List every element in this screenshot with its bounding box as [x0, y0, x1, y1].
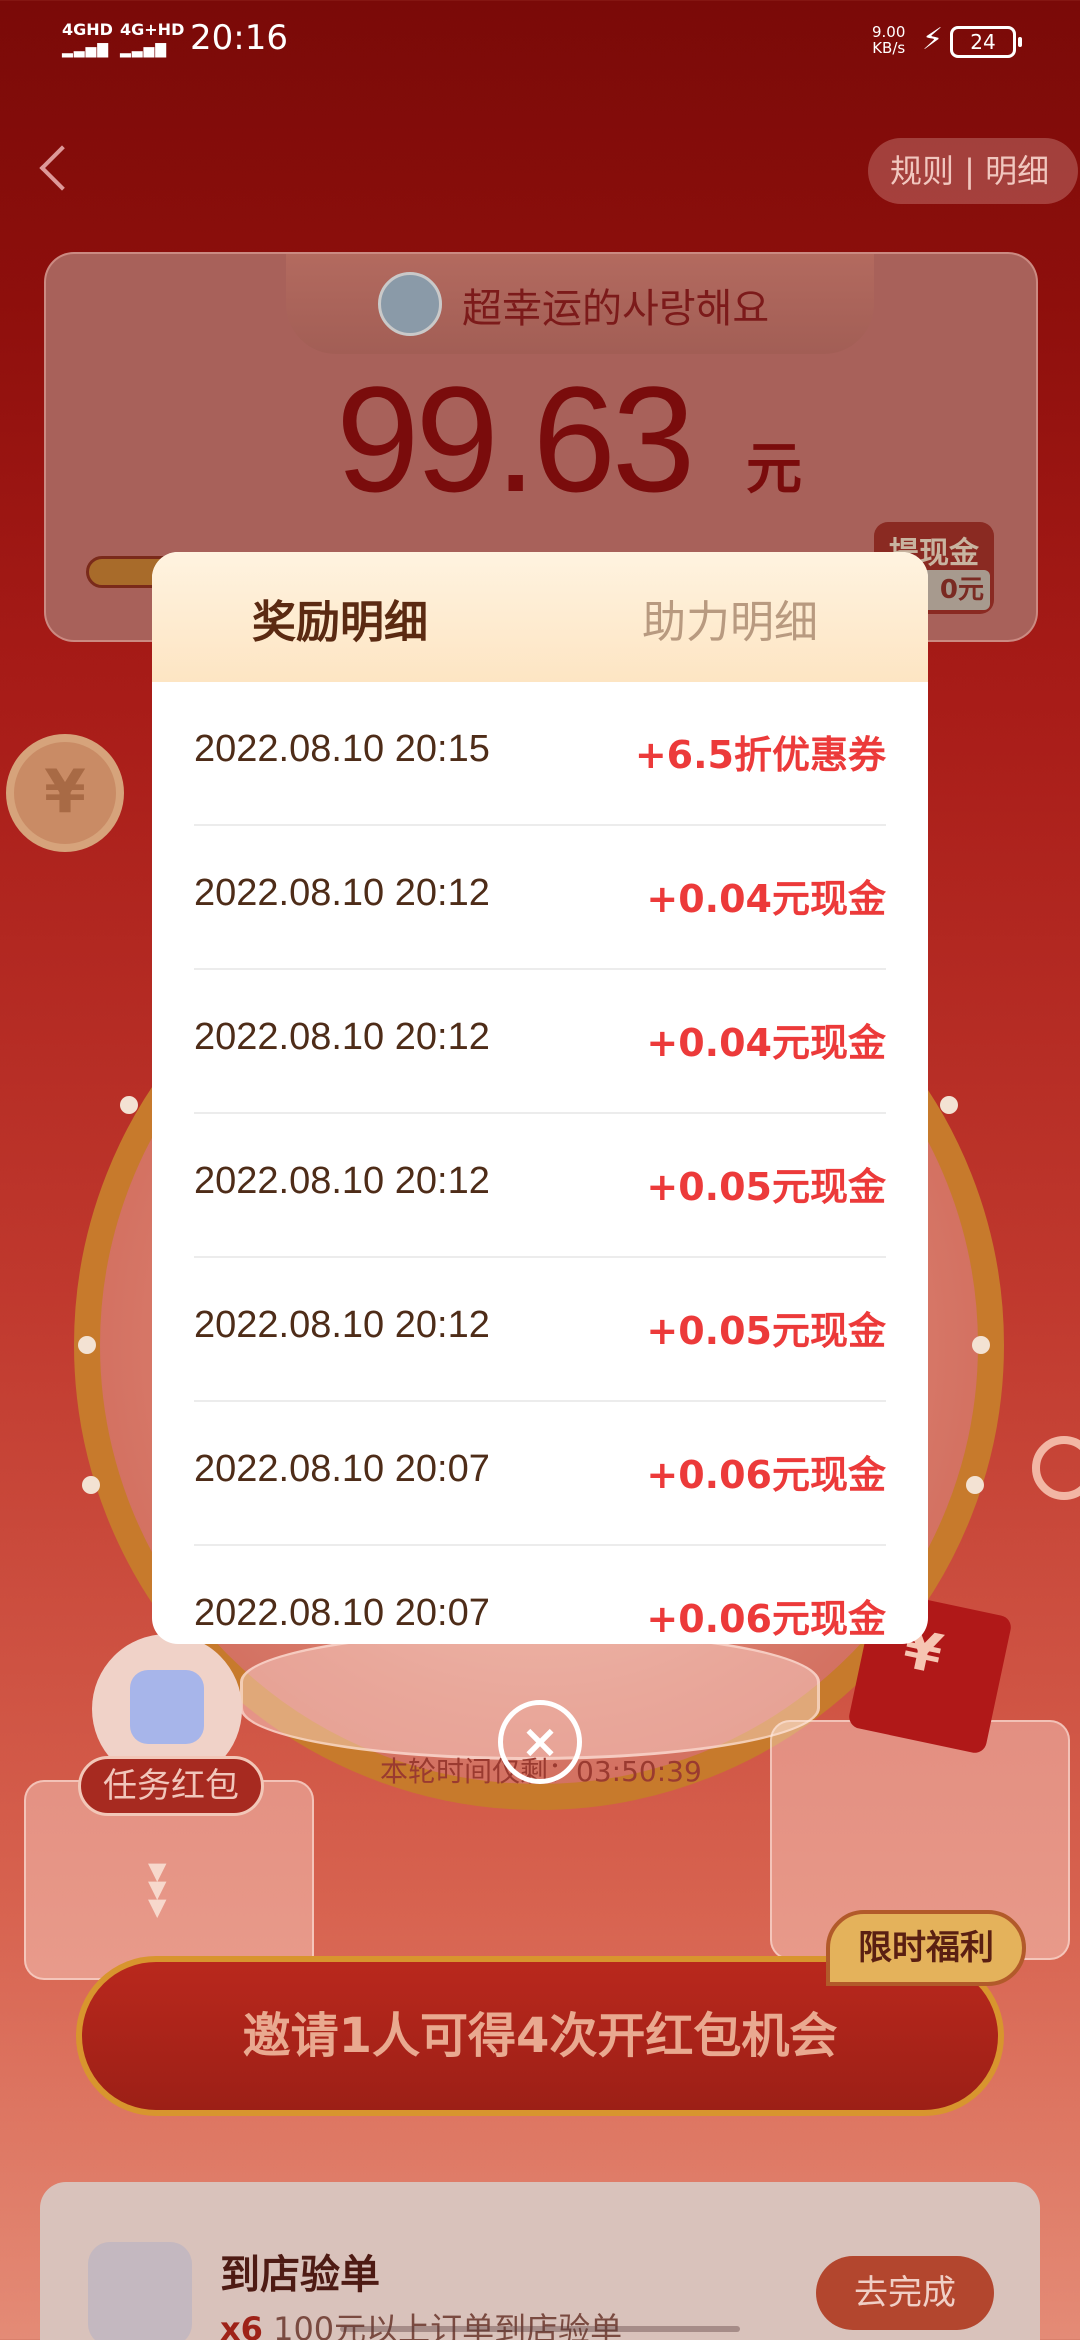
record-datetime: 2022.08.10 20:12 — [194, 1160, 490, 1202]
tab-assist-details[interactable]: 助力明细 — [642, 586, 818, 650]
modal-tabs: 奖励明细 助力明细 — [152, 552, 928, 682]
list-item: 2022.08.10 20:12 +0.05元现金 — [194, 1114, 886, 1258]
record-datetime: 2022.08.10 20:12 — [194, 872, 490, 914]
record-datetime: 2022.08.10 20:12 — [194, 1016, 490, 1058]
record-datetime: 2022.08.10 20:15 — [194, 728, 490, 770]
records-list[interactable]: 2022.08.10 20:15 +6.5折优惠券 2022.08.10 20:… — [152, 682, 928, 1644]
list-item: 2022.08.10 20:07 +0.06元现金 — [194, 1546, 886, 1644]
record-datetime: 2022.08.10 20:07 — [194, 1448, 490, 1490]
list-item: 2022.08.10 20:12 +0.05元现金 — [194, 1258, 886, 1402]
close-icon[interactable]: × — [498, 1700, 582, 1784]
list-item: 2022.08.10 20:07 +0.06元现金 — [194, 1402, 886, 1546]
record-reward: +0.06元现金 — [646, 1597, 886, 1641]
list-item: 2022.08.10 20:12 +0.04元现金 — [194, 826, 886, 970]
list-item: 2022.08.10 20:15 +6.5折优惠券 — [194, 682, 886, 826]
record-reward: +0.04元现金 — [646, 1021, 886, 1065]
record-reward: +6.5折优惠券 — [634, 733, 886, 777]
record-reward: +0.04元现金 — [646, 877, 886, 921]
tab-reward-details[interactable]: 奖励明细 — [252, 586, 428, 650]
record-reward: +0.05元现金 — [646, 1165, 886, 1209]
list-item: 2022.08.10 20:12 +0.04元现金 — [194, 970, 886, 1114]
record-datetime: 2022.08.10 20:12 — [194, 1304, 490, 1346]
record-reward: +0.06元现金 — [646, 1453, 886, 1497]
record-reward: +0.05元现金 — [646, 1309, 886, 1353]
record-datetime: 2022.08.10 20:07 — [194, 1592, 490, 1634]
reward-details-modal: 奖励明细 助力明细 2022.08.10 20:15 +6.5折优惠券 2022… — [152, 552, 928, 1644]
